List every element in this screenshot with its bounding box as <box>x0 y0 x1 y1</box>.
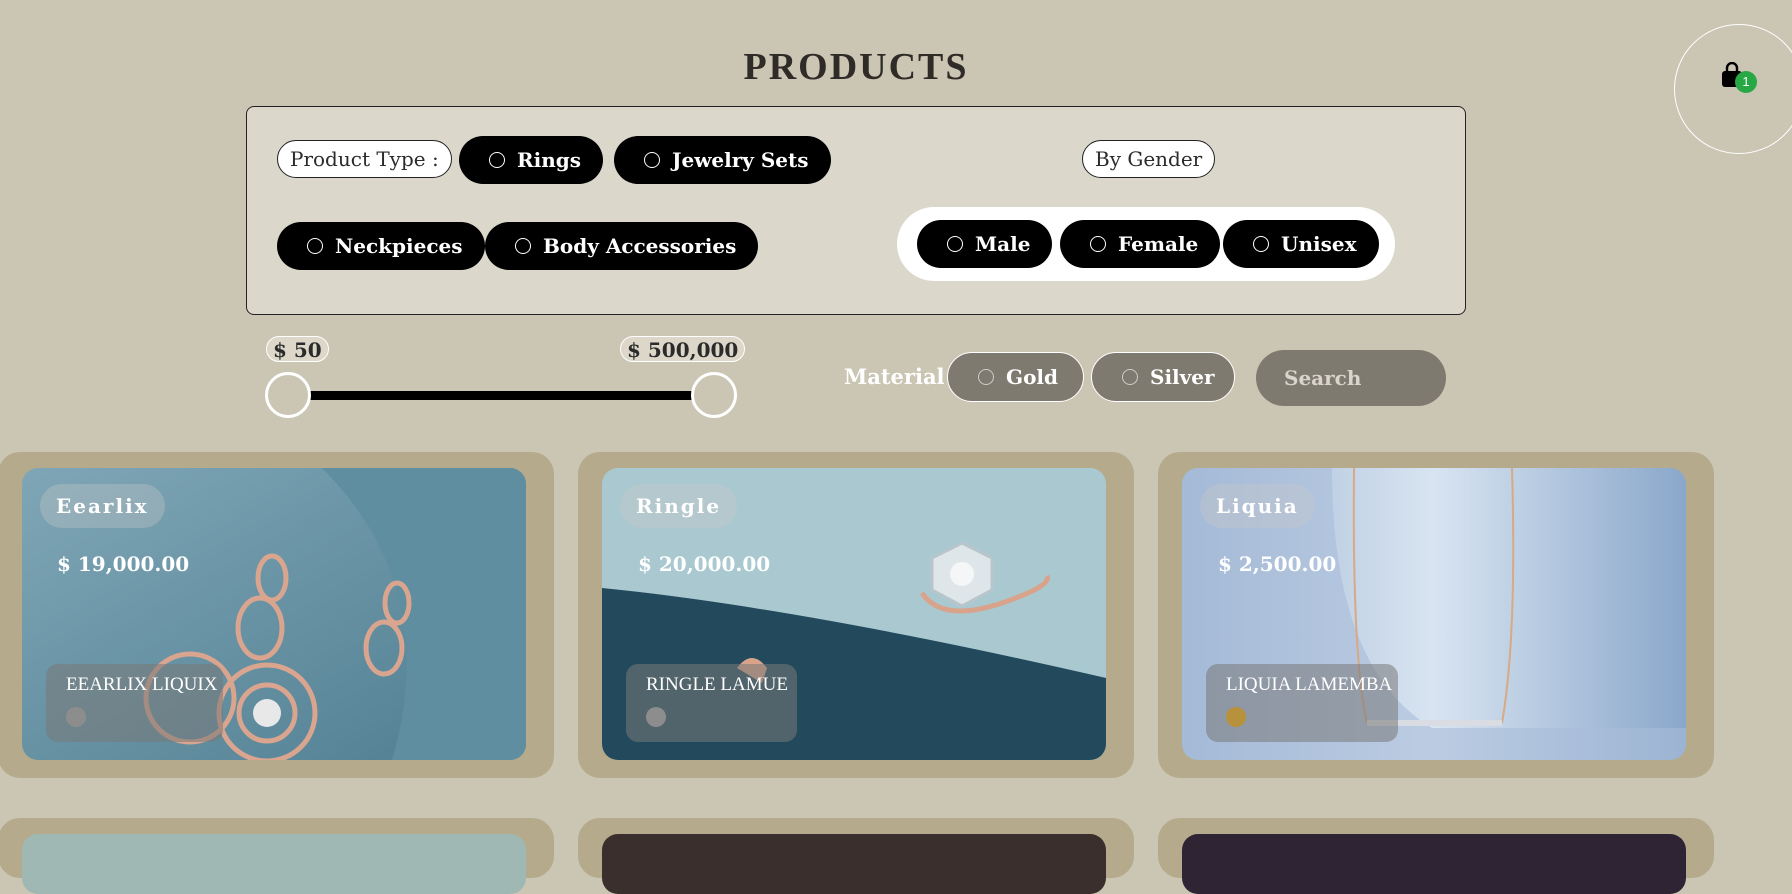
radio-icon[interactable] <box>1122 369 1138 385</box>
filter-panel: Product Type : Rings Jewelry Sets Neckpi… <box>246 106 1466 315</box>
cart-button[interactable]: 1 <box>1674 24 1792 154</box>
product-name-chip: RINGLE LAMUE <box>626 664 797 742</box>
product-card[interactable] <box>0 818 554 894</box>
product-name: EEARLIX LIQUIX <box>66 674 218 695</box>
filter-unisex[interactable]: Unisex <box>1223 220 1379 268</box>
price-max-label: $ 500,000 <box>620 336 746 362</box>
product-image <box>1182 834 1686 894</box>
material-label: Material : <box>844 364 960 389</box>
page-title: PRODUCTS <box>743 46 969 89</box>
radio-icon[interactable] <box>515 238 531 254</box>
radio-icon[interactable] <box>489 152 505 168</box>
product-brand: Eearlix <box>40 484 165 528</box>
product-name: RINGLE LAMUE <box>646 674 788 695</box>
radio-icon[interactable] <box>1090 236 1106 252</box>
color-swatch[interactable] <box>646 707 666 727</box>
filter-silver[interactable]: Silver <box>1091 352 1235 402</box>
price-min-handle[interactable] <box>265 372 311 418</box>
product-price: $ 2,500.00 <box>1218 552 1337 576</box>
price-max-handle[interactable] <box>691 372 737 418</box>
product-price: $ 20,000.00 <box>638 552 771 576</box>
product-brand: Liquia <box>1200 484 1315 528</box>
radio-icon[interactable] <box>978 369 994 385</box>
gender-label: By Gender <box>1082 140 1216 178</box>
filter-body-accessories[interactable]: Body Accessories <box>485 222 759 270</box>
radio-icon[interactable] <box>1253 236 1269 252</box>
product-image <box>22 834 526 894</box>
filter-jewelry-sets[interactable]: Jewelry Sets <box>614 136 831 184</box>
product-name-chip: EEARLIX LIQUIX <box>46 664 223 742</box>
product-price: $ 19,000.00 <box>57 552 190 576</box>
filter-neckpieces[interactable]: Neckpieces <box>277 222 485 270</box>
radio-icon[interactable] <box>644 152 660 168</box>
radio-icon[interactable] <box>307 238 323 254</box>
product-card[interactable] <box>578 818 1134 894</box>
color-swatch[interactable] <box>1226 707 1246 727</box>
product-name-chip: LIQUIA LAMEMBA <box>1206 664 1398 742</box>
filter-male[interactable]: Male <box>917 220 1053 268</box>
product-name: LIQUIA LAMEMBA <box>1226 674 1393 695</box>
price-min-label: $ 50 <box>266 336 329 362</box>
filter-rings[interactable]: Rings <box>459 136 604 184</box>
radio-icon[interactable] <box>947 236 963 252</box>
price-range-track[interactable] <box>288 391 716 400</box>
color-swatch[interactable] <box>66 707 86 727</box>
product-card[interactable] <box>1158 818 1714 894</box>
cart-count-badge: 1 <box>1735 71 1757 93</box>
product-image <box>602 834 1106 894</box>
search-input[interactable] <box>1256 350 1446 406</box>
product-type-label: Product Type : <box>277 140 452 178</box>
product-brand: Ringle <box>620 484 738 528</box>
filter-female[interactable]: Female <box>1060 220 1221 268</box>
filter-gold[interactable]: Gold <box>947 352 1084 402</box>
